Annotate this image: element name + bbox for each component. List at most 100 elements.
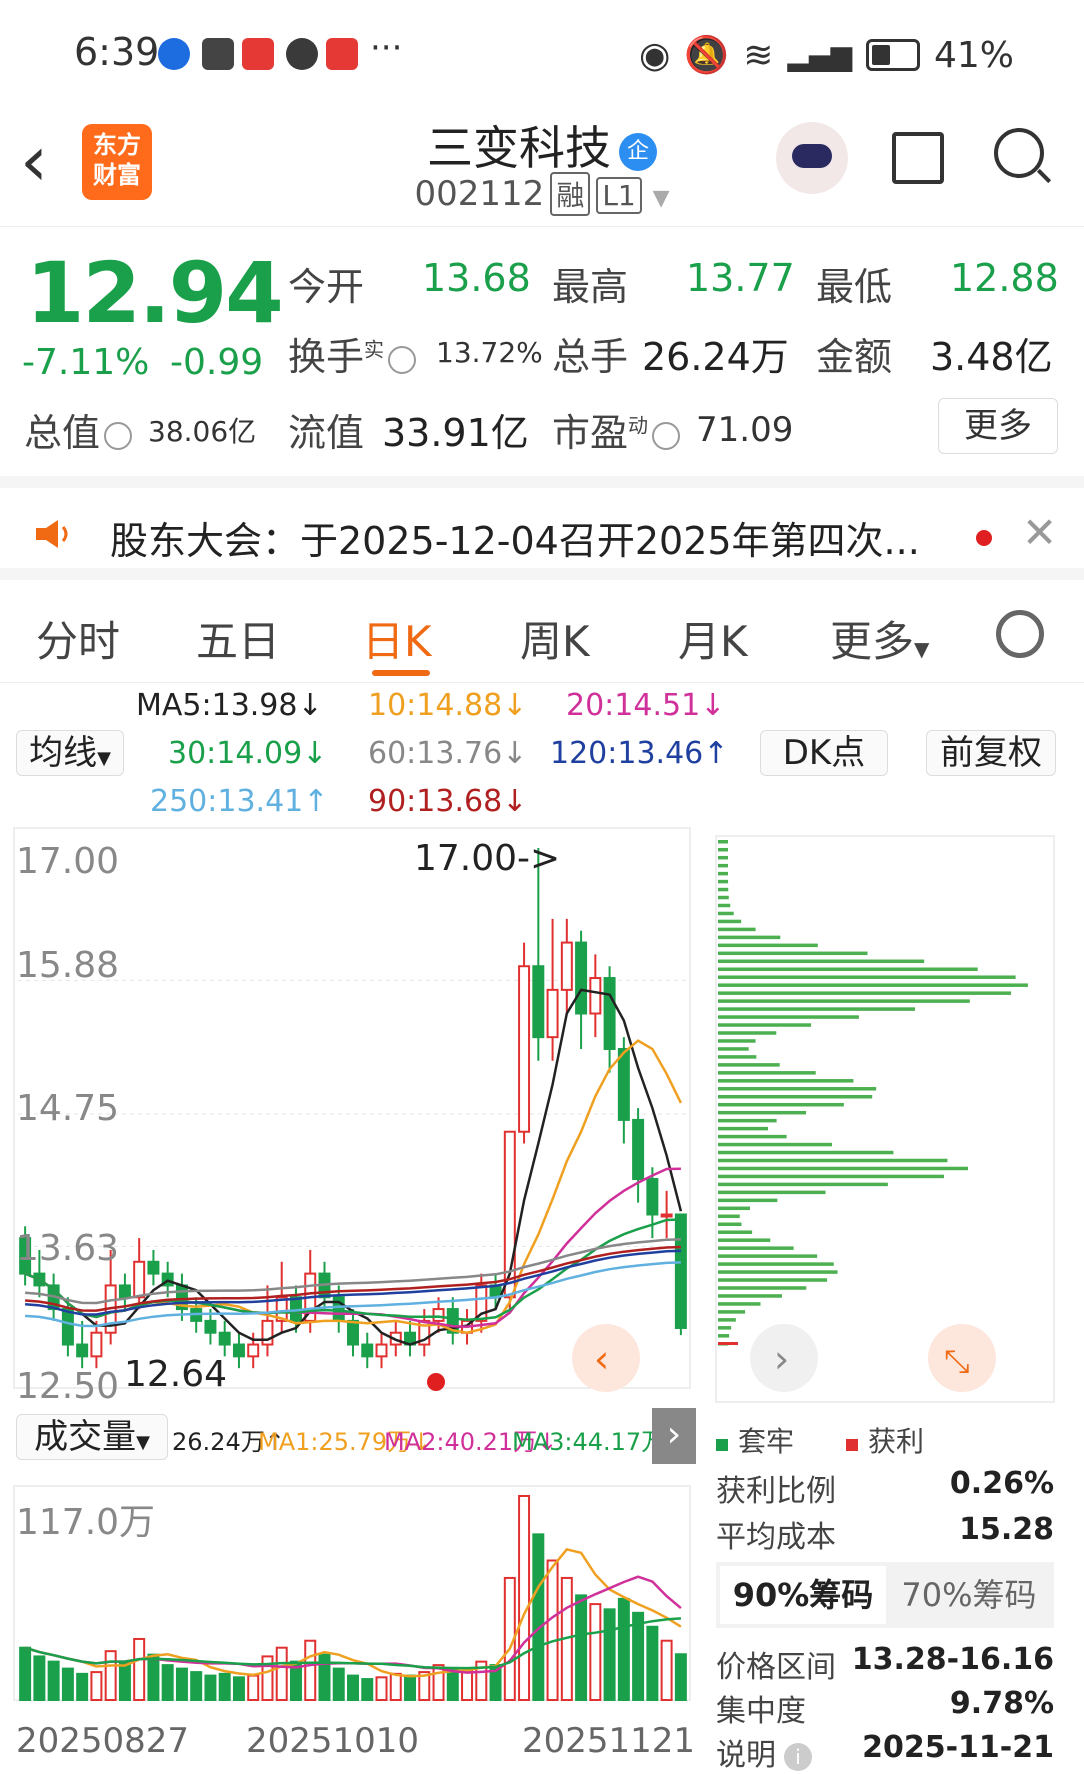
chip-bar	[718, 1286, 807, 1290]
volume-bar	[204, 1674, 217, 1701]
chip-bar	[718, 863, 729, 868]
volume-bar	[518, 1495, 531, 1701]
chip-bar	[718, 1031, 777, 1035]
candle-body	[632, 1118, 645, 1181]
volume-bar	[446, 1667, 459, 1701]
profit-ratio-row: 获利比例 0.26%	[716, 1466, 1054, 1510]
volume-bar	[76, 1672, 89, 1702]
volume-selector[interactable]: 成交量▼	[16, 1414, 168, 1460]
chip-bar	[718, 847, 729, 852]
note-row: 说明 i 2025-11-21	[716, 1730, 1054, 1774]
info-icon[interactable]: i	[784, 1742, 812, 1771]
volume-bar	[361, 1678, 374, 1701]
chip-bar	[718, 1134, 787, 1139]
candle-body	[61, 1308, 74, 1346]
note-value: 2025-11-21	[862, 1730, 1054, 1765]
tab-chip-90[interactable]: 90%筹码	[720, 1566, 886, 1624]
volume-bar	[575, 1594, 588, 1702]
volume-bar	[190, 1671, 203, 1701]
volume-bar	[603, 1608, 616, 1702]
candle-body	[147, 1260, 160, 1275]
chip-bar	[718, 967, 978, 971]
price-range-row: 价格区间 13.28-16.16	[716, 1642, 1054, 1686]
date-label-1: 20250827	[16, 1721, 189, 1761]
candle-body	[361, 1343, 374, 1358]
chip-bar	[718, 871, 729, 876]
ma-line-ma20	[24, 1167, 681, 1329]
chip-bar	[718, 1166, 968, 1171]
expand-side-button[interactable]: ›	[652, 1408, 696, 1464]
volume-bar	[304, 1639, 317, 1701]
chip-bar	[718, 1023, 812, 1027]
chip-bar	[718, 983, 1028, 987]
volume-bar	[47, 1660, 60, 1701]
candle-body	[204, 1319, 217, 1334]
chip-bar	[718, 1246, 794, 1250]
candle-body	[133, 1260, 146, 1299]
volume-bar	[589, 1603, 602, 1701]
volume-bar	[375, 1676, 388, 1702]
candle-body	[375, 1343, 388, 1358]
volume-bar	[147, 1653, 160, 1701]
chip-bar	[718, 1007, 916, 1011]
candle-body	[575, 941, 588, 1015]
volume-bar	[546, 1559, 559, 1701]
chip-bar	[718, 1055, 757, 1059]
chip-bar	[718, 1302, 761, 1306]
legend-trap-swatch	[716, 1439, 728, 1451]
volume-bar	[347, 1674, 359, 1701]
volume-bar	[133, 1637, 146, 1702]
chip-bar	[718, 1230, 753, 1234]
avg-cost-value: 15.28	[959, 1512, 1054, 1547]
volume-bar	[632, 1611, 645, 1702]
candle-body	[646, 1178, 659, 1216]
avg-cost-label: 平均成本	[716, 1520, 836, 1555]
chevron-right-icon: ›	[774, 1337, 789, 1381]
price-range-value: 13.28-16.16	[851, 1642, 1054, 1677]
ma-line-ma90	[25, 1245, 681, 1312]
candle-body	[347, 1319, 359, 1346]
chip-bar	[718, 959, 925, 964]
volume-bar	[175, 1667, 188, 1701]
chip-bar	[718, 1102, 844, 1107]
volume-bar	[532, 1533, 545, 1702]
volume-bar	[404, 1674, 417, 1701]
candle-body	[232, 1343, 245, 1358]
chip-bar	[718, 1158, 948, 1163]
min-marker: 12.64	[124, 1354, 227, 1395]
y-label-2: 15.88	[16, 945, 119, 986]
concentration-value: 9.78%	[949, 1686, 1054, 1721]
chip-bar	[718, 1198, 778, 1203]
chip-bar	[718, 1262, 834, 1266]
profit-ratio-value: 0.26%	[949, 1466, 1054, 1501]
volume-bar	[218, 1672, 231, 1702]
volume-bar	[332, 1667, 345, 1701]
chip-bar	[718, 1326, 732, 1330]
ma-line-ma30	[24, 1218, 681, 1321]
candle-body	[560, 941, 573, 991]
volume-bar	[275, 1646, 288, 1701]
volume-bar	[247, 1674, 260, 1701]
volume-bar	[19, 1646, 32, 1701]
chip-profit-bar	[718, 1342, 738, 1345]
volume-bar	[461, 1669, 474, 1702]
chip-bar	[718, 991, 1012, 995]
chip-bar	[718, 1015, 859, 1019]
candle-body	[674, 1213, 687, 1329]
candle-body	[90, 1331, 103, 1358]
expand-icon: ⤡	[944, 1342, 970, 1380]
chip-bar	[718, 1294, 782, 1298]
candle-body	[218, 1331, 231, 1346]
tab-chip-70[interactable]: 70%筹码	[888, 1566, 1050, 1624]
concentration-label: 集中度	[716, 1694, 806, 1729]
chip-bar	[718, 975, 1016, 979]
chip-bar	[718, 1214, 740, 1219]
chip-bar	[718, 1238, 771, 1242]
date-label-2: 20251010	[246, 1721, 419, 1761]
chip-bar	[718, 1079, 854, 1083]
chip-distribution	[718, 840, 1028, 1346]
chip-bar	[718, 903, 731, 908]
chip-bar	[718, 1182, 888, 1187]
event-dot[interactable]	[427, 1373, 445, 1391]
candle-body	[76, 1343, 89, 1358]
